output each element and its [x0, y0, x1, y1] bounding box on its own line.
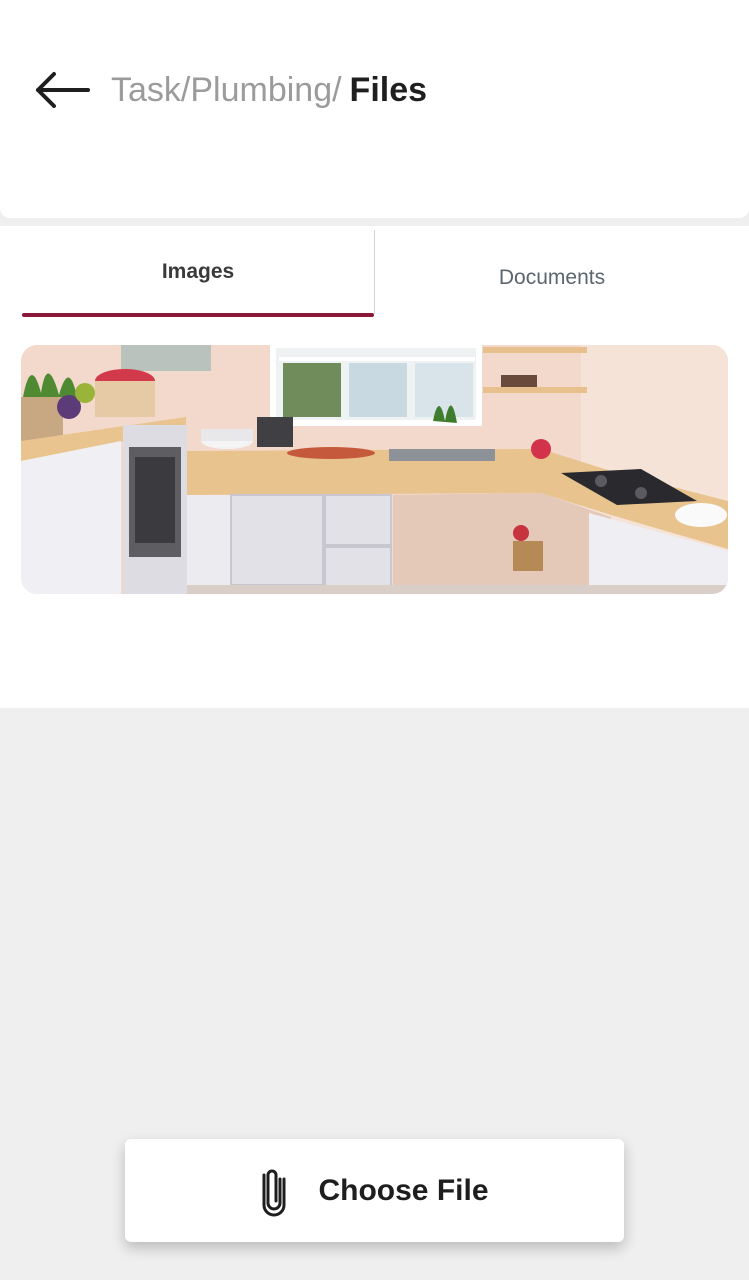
- choose-file-label: Choose File: [318, 1173, 489, 1207]
- app-header: Task/Plumbing/ Files: [0, 0, 749, 218]
- files-panel: Images Documents: [0, 226, 749, 708]
- breadcrumb: Task/Plumbing/ Files: [111, 70, 427, 110]
- tab-divider: [374, 230, 375, 314]
- paperclip-icon: [262, 1169, 286, 1216]
- tab-documents-label: Documents: [498, 266, 606, 289]
- tab-images-label: Images: [161, 260, 235, 283]
- tab-bar: Images Documents: [0, 230, 749, 320]
- active-tab-indicator: [22, 313, 374, 317]
- arrow-left-icon: [36, 72, 90, 108]
- kitchen-photo: [21, 345, 728, 594]
- back-button[interactable]: [28, 64, 98, 116]
- breadcrumb-current: Files: [349, 70, 428, 109]
- tab-documents[interactable]: Documents: [376, 230, 728, 314]
- image-thumbnail[interactable]: [21, 345, 728, 594]
- choose-file-button[interactable]: Choose File: [125, 1139, 624, 1242]
- tab-images[interactable]: Images: [22, 230, 374, 317]
- breadcrumb-path[interactable]: Task/Plumbing/: [111, 71, 342, 110]
